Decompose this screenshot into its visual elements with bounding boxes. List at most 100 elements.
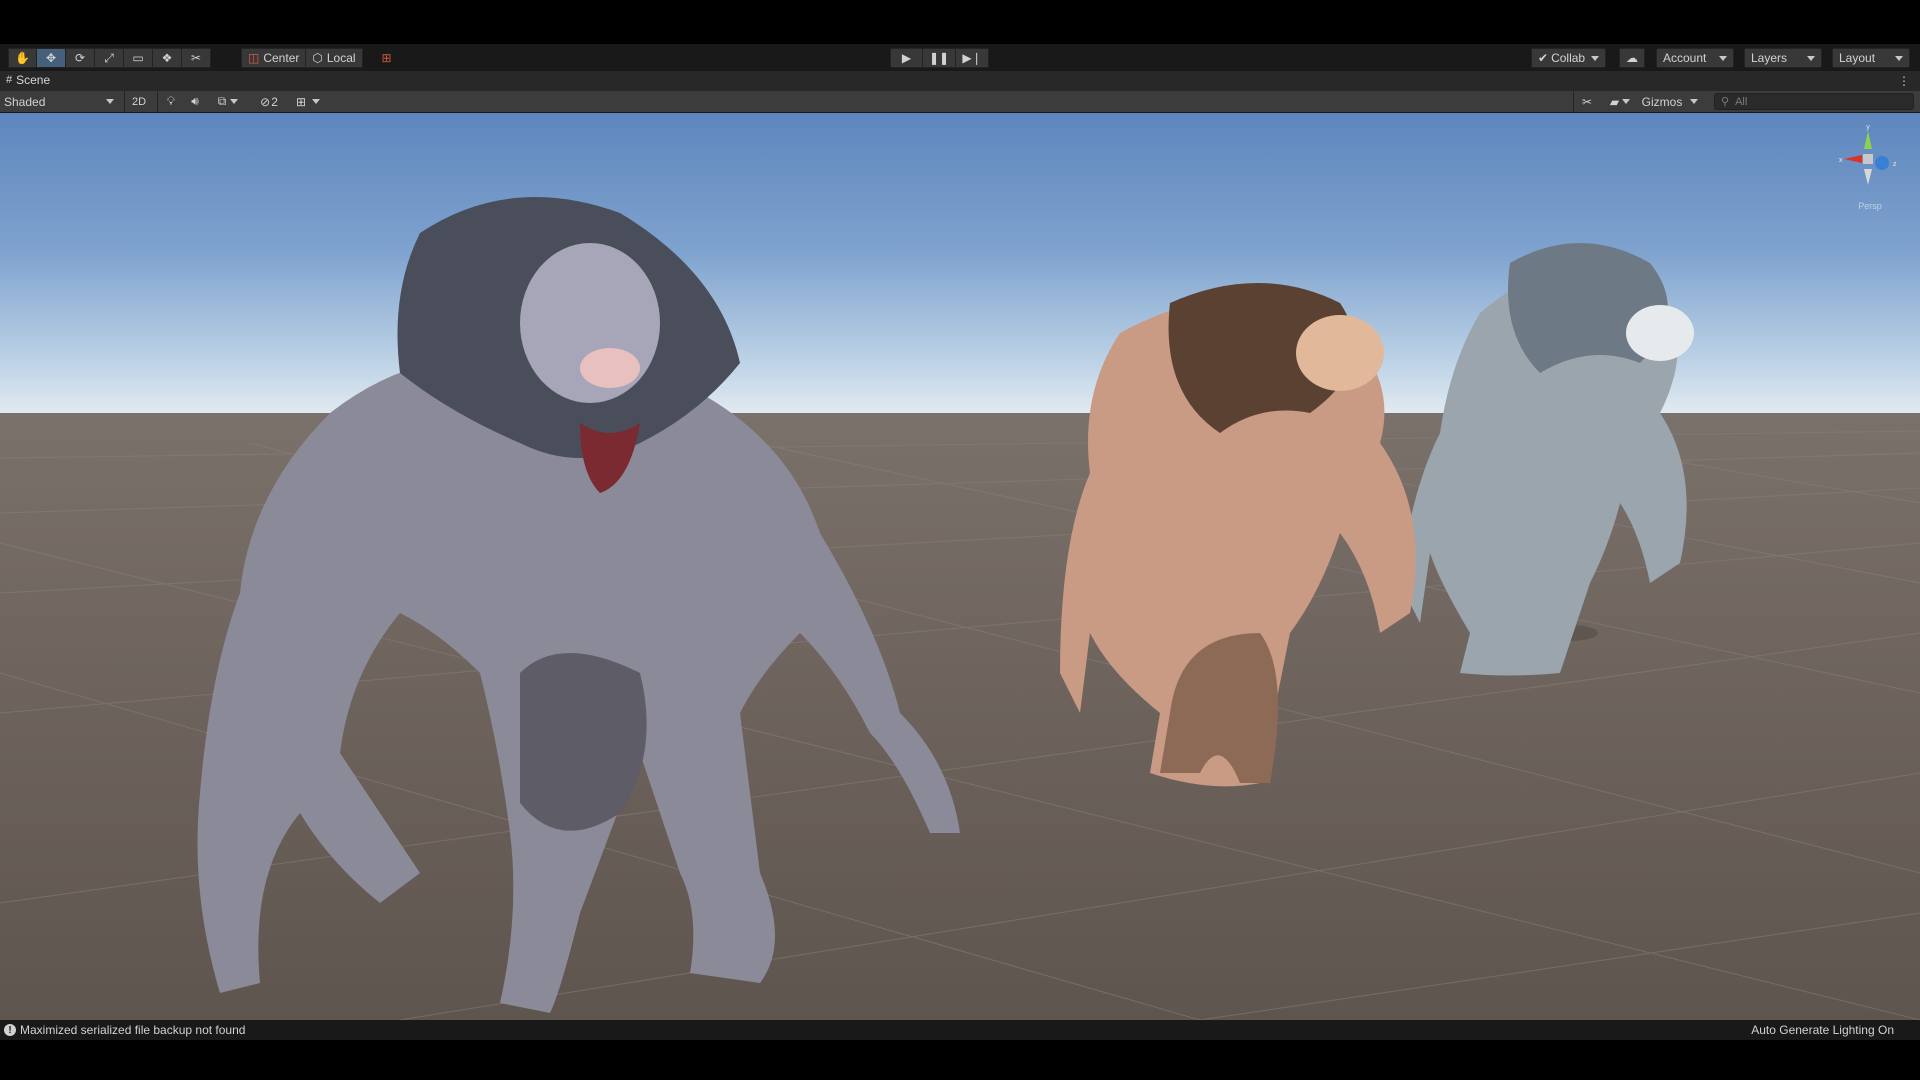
search-icon: ⚲ bbox=[1721, 96, 1730, 108]
scene-tab[interactable]: # Scene bbox=[6, 73, 50, 87]
scene-tab-title: Scene bbox=[16, 73, 51, 87]
gizmo-y-axis[interactable] bbox=[1864, 131, 1872, 149]
grid-caret-icon bbox=[312, 99, 321, 104]
audio-toggle[interactable]: 🔊︎ bbox=[184, 92, 206, 111]
orientation-gizmo[interactable]: y x z Persp bbox=[1836, 123, 1900, 223]
cloud-button[interactable]: ☁ bbox=[1619, 48, 1645, 68]
local-space-icon: ⬡ bbox=[312, 51, 323, 65]
collab-check-icon: ✔ bbox=[1538, 51, 1549, 65]
hand-tool-button[interactable]: ✋ bbox=[8, 48, 37, 68]
scene-toolbar: Shaded 2D 💡︎ 🔊︎ ⧉ ⊘ 2 ⊞ ✂ ▰ Gizmos ⚲ All bbox=[0, 91, 1920, 113]
gizmo-y-label: y bbox=[1866, 124, 1870, 131]
tools-icon: ✂ bbox=[1581, 94, 1593, 109]
scale-tool-icon: ⤢ bbox=[104, 50, 114, 65]
step-icon: ▶❘ bbox=[962, 51, 982, 65]
account-label: Account bbox=[1663, 51, 1707, 65]
move-tool-button[interactable]: ✥ bbox=[37, 48, 66, 68]
toggle-2d-button[interactable]: 2D bbox=[128, 92, 150, 111]
shading-mode-label: Shaded bbox=[4, 94, 46, 109]
main-toolbar: ✋ ✥ ⟳ ⤢ ▭ ❖ ✂ ◫ Center ⬡ Local ⊞ ▶ ❚❚ ▶❘… bbox=[0, 44, 1920, 71]
shading-mode-dropdown[interactable]: Shaded bbox=[0, 92, 120, 111]
divider bbox=[124, 91, 125, 113]
werelion-gray[interactable] bbox=[197, 197, 961, 1013]
snap-controls: ⊞ bbox=[372, 48, 401, 68]
effects-dropdown[interactable]: ⧉ bbox=[208, 92, 248, 111]
lightbulb-icon: 💡︎ bbox=[166, 94, 176, 108]
tools-toggle[interactable]: ✂ bbox=[1576, 92, 1598, 111]
transform-tool-icon: ❖ bbox=[161, 51, 173, 65]
werelion-tan[interactable] bbox=[1060, 283, 1416, 787]
werelion-white[interactable] bbox=[1400, 243, 1694, 676]
transform-tool-button[interactable]: ❖ bbox=[153, 48, 182, 68]
effects-caret-icon bbox=[230, 99, 239, 104]
camera-caret-icon bbox=[1622, 99, 1631, 104]
status-bar: ! Maximized serialized file backup not f… bbox=[0, 1020, 1920, 1040]
scene-viewport[interactable]: y x z Persp bbox=[0, 113, 1920, 1020]
rect-tool-icon: ▭ bbox=[132, 51, 144, 65]
gizmos-caret-icon bbox=[1690, 99, 1699, 104]
speaker-icon: 🔊︎ bbox=[191, 94, 199, 108]
letterbox-top bbox=[0, 0, 1920, 44]
cloud-icon: ☁ bbox=[1626, 51, 1638, 65]
scale-tool-button[interactable]: ⤢ bbox=[95, 48, 124, 68]
search-placeholder: All bbox=[1735, 95, 1748, 108]
grid-dropdown[interactable]: ⊞ bbox=[288, 92, 328, 111]
gizmo-z-label: z bbox=[1893, 161, 1897, 168]
pivot-center-label: Center bbox=[263, 51, 300, 65]
scene-grid-icon: # bbox=[6, 74, 13, 86]
lighting-status[interactable]: Auto Generate Lighting On bbox=[1751, 1023, 1894, 1037]
hidden-objects-toggle[interactable]: ⊘ 2 bbox=[254, 92, 284, 111]
step-button[interactable]: ▶❘ bbox=[956, 48, 989, 68]
layout-dropdown[interactable]: Layout bbox=[1832, 48, 1910, 68]
effects-icon: ⧉ bbox=[217, 94, 227, 108]
transform-tools: ✋ ✥ ⟳ ⤢ ▭ ❖ ✂ bbox=[8, 48, 211, 68]
eye-slash-icon: ⊘ bbox=[260, 94, 271, 109]
collab-dropdown[interactable]: ✔ Collab bbox=[1531, 48, 1607, 68]
grid-snap-button[interactable]: ⊞ bbox=[372, 48, 401, 68]
play-button[interactable]: ▶ bbox=[890, 48, 923, 68]
gizmo-x-axis[interactable] bbox=[1844, 155, 1862, 163]
info-icon: ! bbox=[4, 1024, 16, 1036]
scene-tab-bar: # Scene ⋮ bbox=[0, 71, 1920, 91]
pause-icon: ❚❚ bbox=[928, 51, 950, 65]
layers-dropdown[interactable]: Layers bbox=[1744, 48, 1822, 68]
grid-snap-icon: ⊞ bbox=[381, 51, 392, 65]
divider bbox=[1573, 91, 1574, 113]
play-icon: ▶ bbox=[901, 51, 912, 65]
gizmo-center[interactable] bbox=[1863, 154, 1873, 164]
layers-caret-icon bbox=[1807, 55, 1815, 61]
layout-label: Layout bbox=[1839, 51, 1876, 65]
pivot-local-label: Local bbox=[326, 51, 356, 65]
pivot-local-button[interactable]: ⬡ Local bbox=[306, 48, 363, 68]
account-dropdown[interactable]: Account bbox=[1656, 48, 1734, 68]
camera-dropdown[interactable]: ▰ bbox=[1604, 92, 1636, 111]
pivot-center-button[interactable]: ◫ Center bbox=[241, 48, 307, 68]
move-tool-icon: ✥ bbox=[45, 51, 57, 65]
rotate-tool-icon: ⟳ bbox=[74, 51, 86, 65]
hand-tool-icon: ✋ bbox=[15, 51, 30, 65]
gizmo-neg-y-axis[interactable] bbox=[1864, 169, 1872, 185]
layers-label: Layers bbox=[1751, 51, 1788, 65]
custom-tool-icon: ✂ bbox=[190, 51, 202, 65]
shading-caret-icon bbox=[106, 99, 114, 104]
grid-icon: ⊞ bbox=[295, 94, 307, 109]
kebab-menu-icon[interactable]: ⋮ bbox=[1898, 74, 1910, 88]
werelion-models bbox=[197, 197, 1694, 1013]
collab-caret-icon bbox=[1591, 55, 1600, 61]
rect-tool-button[interactable]: ▭ bbox=[124, 48, 153, 68]
hidden-count: 2 bbox=[271, 94, 278, 109]
letterbox-bottom bbox=[0, 1040, 1920, 1080]
projection-label[interactable]: Persp bbox=[1858, 201, 1882, 211]
play-controls: ▶ ❚❚ ▶❘ bbox=[890, 48, 989, 68]
console-message[interactable]: ! Maximized serialized file backup not f… bbox=[4, 1023, 245, 1037]
pause-button[interactable]: ❚❚ bbox=[923, 48, 956, 68]
pivot-controls: ◫ Center ⬡ Local bbox=[241, 48, 363, 68]
gizmos-label: Gizmos bbox=[1641, 94, 1683, 109]
lighting-toggle[interactable]: 💡︎ bbox=[160, 92, 182, 111]
gizmos-dropdown[interactable]: Gizmos bbox=[1638, 92, 1702, 111]
scene-search-input[interactable]: ⚲ All bbox=[1714, 93, 1914, 110]
collab-label: Collab bbox=[1551, 51, 1586, 65]
rotate-tool-button[interactable]: ⟳ bbox=[66, 48, 95, 68]
gizmo-z-axis[interactable] bbox=[1875, 156, 1889, 170]
custom-tool-button[interactable]: ✂ bbox=[182, 48, 211, 68]
